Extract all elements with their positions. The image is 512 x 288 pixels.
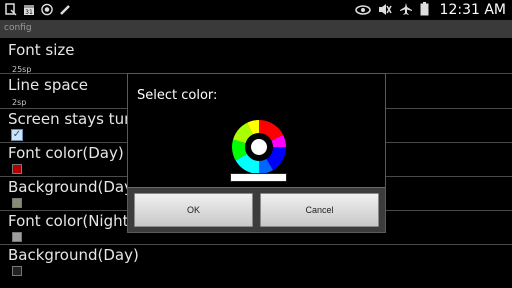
cancel-button[interactable]: Cancel [260,193,379,227]
setting-title: Background(Day) [8,246,139,264]
calendar-icon: 31 [23,2,35,16]
app-title: config [4,23,32,33]
pencil-icon [59,2,71,16]
setting-font-size[interactable]: Font size 25sp [0,39,512,74]
setting-summary: 25sp [12,65,32,74]
setting-title: Font color(Night) [8,212,135,230]
color-wheel[interactable] [231,119,287,175]
dialog-title: Select color: [137,88,218,103]
dialog-button-bar: OK Cancel [128,188,385,232]
setting-title: Font size [8,41,75,59]
app-title-bar: config [0,20,512,38]
brightness-slider[interactable] [230,173,287,182]
setting-title: Font color(Day) [8,144,124,162]
setting-title: Background(Day) [8,178,139,196]
setting-background-night[interactable]: Background(Day) [0,244,512,278]
mute-icon [378,1,392,20]
ok-button[interactable]: OK [134,193,253,227]
clock: 12:31 AM [439,2,506,18]
sync-icon [41,2,53,16]
selected-color-preview [251,139,267,155]
airplane-icon [399,1,413,20]
status-bar: 31 12:31 AM [0,0,512,20]
screenshot-icon [5,2,17,16]
color-swatch [12,266,22,276]
svg-text:31: 31 [25,9,33,16]
color-swatch [12,198,22,208]
setting-summary: 2sp [12,98,27,107]
battery-icon [420,1,429,20]
screen-on-checkbox[interactable]: ✓ [11,129,23,141]
color-swatch [12,164,22,174]
eye-icon [354,1,371,20]
setting-title: Line space [8,76,89,94]
color-picker-dialog: Select color: OK Cancel [127,73,386,233]
color-swatch [12,232,22,242]
